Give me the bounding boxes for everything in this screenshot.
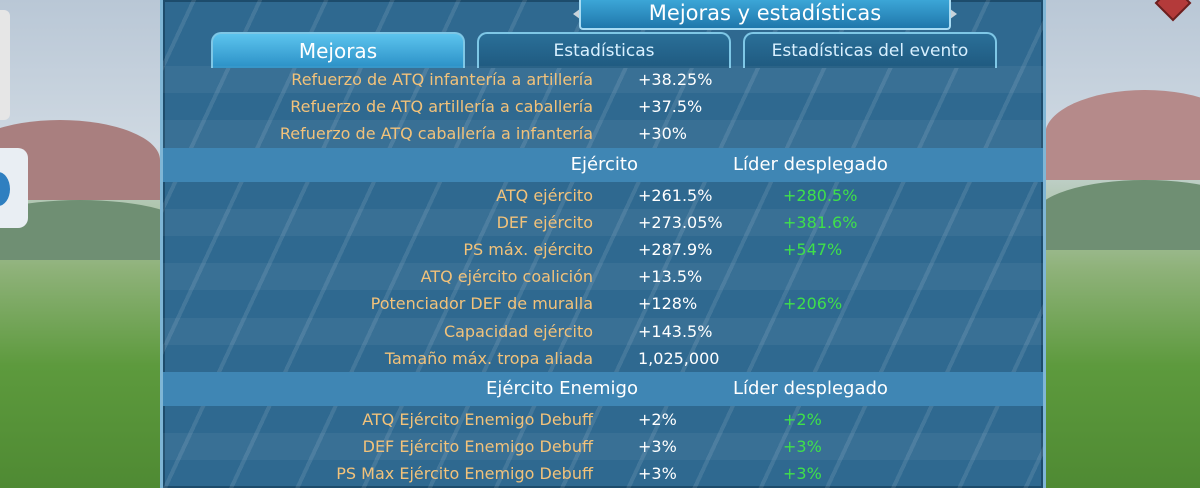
- leader-value: +206%: [783, 294, 843, 314]
- stat-label: Refuerzo de ATQ caballería a infantería: [279, 124, 593, 144]
- stat-value: +38.25%: [638, 70, 713, 90]
- background-hill: [1045, 90, 1200, 180]
- stat-row: ATQ ejército coalición +13.5%: [163, 263, 1043, 291]
- stats-panel: Mejoras y estadísticas Mejoras Estadísti…: [160, 0, 1046, 488]
- stat-label: ATQ ejército coalición: [420, 267, 593, 287]
- background-hill: [1035, 180, 1200, 250]
- section-title: Ejército: [570, 154, 638, 176]
- leader-value: +3%: [783, 437, 822, 457]
- stat-value: +261.5%: [638, 185, 713, 205]
- stat-label: ATQ Ejército Enemigo Debuff: [362, 409, 593, 429]
- stat-row: DEF Ejército Enemigo Debuff +3% +3%: [163, 433, 1043, 461]
- stat-row: Refuerzo de ATQ artillería a caballería …: [163, 93, 1043, 120]
- stat-value: +3%: [638, 464, 677, 484]
- leader-value: +381.6%: [783, 212, 858, 232]
- stat-row: DEF ejército +273.05% +381.6%: [163, 208, 1043, 236]
- stat-row: PS Max Ejército Enemigo Debuff +3% +3%: [163, 460, 1043, 487]
- side-orb-button[interactable]: [0, 148, 28, 228]
- stat-value: +128%: [638, 294, 698, 314]
- stat-label: Tamaño máx. tropa aliada: [384, 348, 593, 368]
- panel-title-text: Mejoras y estadísticas: [648, 1, 882, 25]
- stat-value: +3%: [638, 437, 677, 457]
- orb-icon: [0, 172, 10, 206]
- side-menu-tab[interactable]: [0, 10, 10, 120]
- section-header: Ejército Enemigo Líder desplegado: [163, 371, 1043, 406]
- stat-value: +287.9%: [638, 240, 713, 260]
- tab-label: Estadísticas: [553, 41, 655, 61]
- stat-value: +143.5%: [638, 321, 713, 341]
- stat-label: DEF Ejército Enemigo Debuff: [362, 437, 593, 457]
- background-scenery-right: [1035, 0, 1200, 488]
- stat-value: +30%: [638, 124, 687, 144]
- stat-value: 1,025,000: [638, 348, 720, 368]
- leader-column-header: Líder desplegado: [733, 154, 888, 176]
- stats-list: Refuerzo de ATQ infantería a artillería …: [163, 66, 1043, 487]
- stat-row: Capacidad ejército +143.5%: [163, 317, 1043, 345]
- tab-bar: Mejoras Estadísticas Estadísticas del ev…: [163, 30, 1043, 68]
- stat-value: +273.05%: [638, 212, 723, 232]
- tab-estadisticas[interactable]: Estadísticas: [477, 32, 731, 68]
- leader-value: +2%: [783, 409, 822, 429]
- stat-row: Refuerzo de ATQ caballería a infantería …: [163, 120, 1043, 148]
- leader-column-header: Líder desplegado: [733, 378, 888, 400]
- stat-label: Potenciador DEF de muralla: [370, 294, 593, 314]
- stat-label: PS máx. ejército: [463, 240, 593, 260]
- section-header: Ejército Líder desplegado: [163, 147, 1043, 182]
- stat-label: PS Max Ejército Enemigo Debuff: [336, 464, 593, 484]
- panel-title: Mejoras y estadísticas: [579, 0, 951, 30]
- stat-label: DEF ejército: [496, 212, 593, 232]
- stat-row: PS máx. ejército +287.9% +547%: [163, 236, 1043, 263]
- stat-label: Capacidad ejército: [443, 321, 593, 341]
- stat-row: ATQ ejército +261.5% +280.5%: [163, 182, 1043, 209]
- stat-label: Refuerzo de ATQ infantería a artillería: [291, 70, 593, 90]
- tab-label: Estadísticas del evento: [771, 41, 969, 61]
- stat-label: Refuerzo de ATQ artillería a caballería: [290, 97, 593, 117]
- tab-estadisticas-evento[interactable]: Estadísticas del evento: [743, 32, 997, 68]
- stat-row: Refuerzo de ATQ infantería a artillería …: [163, 66, 1043, 94]
- stat-row: ATQ Ejército Enemigo Debuff +2% +2%: [163, 406, 1043, 433]
- stat-row: Tamaño máx. tropa aliada 1,025,000: [163, 345, 1043, 372]
- background-scenery-left: [0, 0, 190, 488]
- leader-value: +3%: [783, 464, 822, 484]
- stat-label: ATQ ejército: [496, 185, 593, 205]
- stat-row: Potenciador DEF de muralla +128% +206%: [163, 290, 1043, 317]
- section-title: Ejército Enemigo: [486, 378, 638, 400]
- stat-value: +13.5%: [638, 267, 703, 287]
- tab-mejoras[interactable]: Mejoras: [211, 32, 465, 68]
- leader-value: +280.5%: [783, 185, 858, 205]
- leader-value: +547%: [783, 240, 843, 260]
- stat-value: +37.5%: [638, 97, 703, 117]
- tab-label: Mejoras: [298, 39, 378, 63]
- stat-value: +2%: [638, 409, 677, 429]
